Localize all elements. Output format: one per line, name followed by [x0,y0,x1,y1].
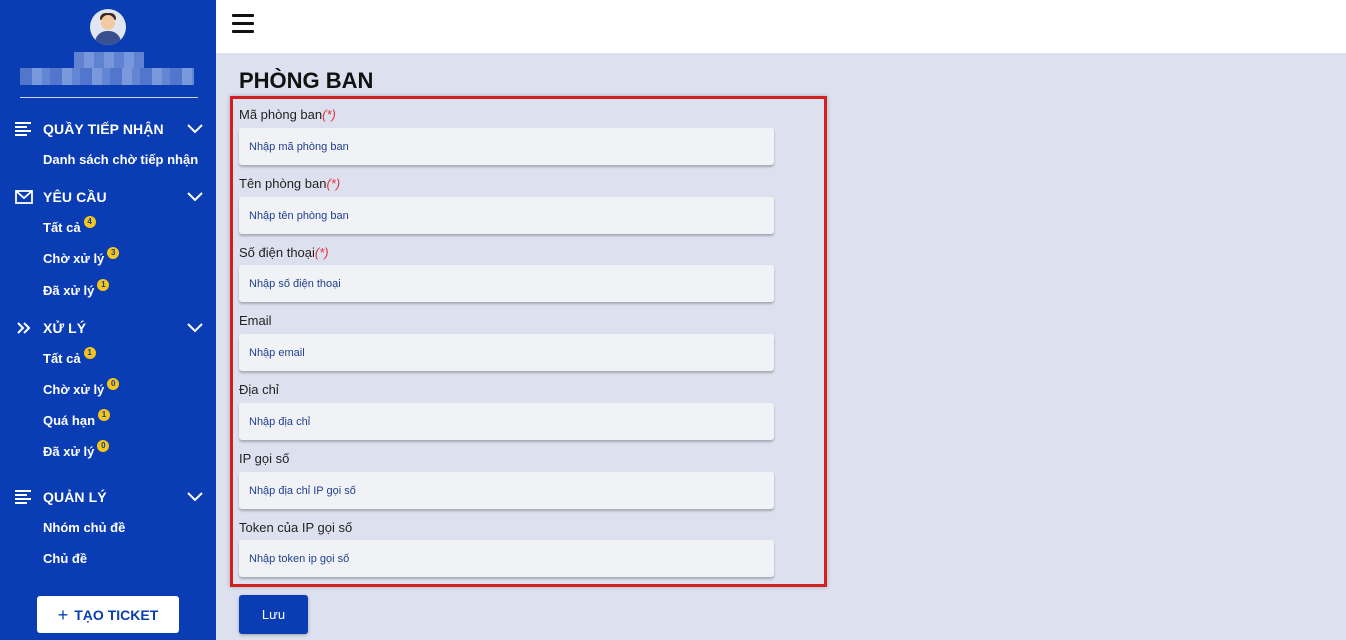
count-badge: 1 [97,279,110,291]
sidebar-item-xu-ly-cho-xu-ly[interactable]: Chờ xử lý 0 [43,378,120,397]
double-chevron-right-icon [17,322,31,334]
sidebar-item-label: Chủ đề [43,551,88,566]
sidebar-section-quay-tiep-nhan[interactable]: QUẦY TIẾP NHẬN [0,118,216,140]
section-title: XỬ LÝ [43,320,87,336]
chevron-down-icon[interactable] [186,489,204,505]
sidebar-item-yeu-cau-tat-ca[interactable]: Tất cả 4 [43,216,96,235]
sidebar-divider [20,97,198,98]
field-label-token-ip-goi-so: Token của IP gọi số [239,520,353,535]
envelope-icon [15,190,33,204]
sidebar-item-label: Tất cả [43,351,81,366]
sidebar-item-label: Danh sách chờ tiếp nhận [43,152,199,167]
hamburger-menu-icon[interactable] [232,14,254,34]
required-mark: (*) [322,107,336,122]
user-name-redacted [74,52,144,68]
create-ticket-button[interactable]: + TẠO TICKET [37,596,179,633]
sidebar-item-label: Chờ xử lý [43,382,105,397]
top-bar [216,0,1346,53]
sidebar-item-xu-ly-tat-ca[interactable]: Tất cả 1 [43,347,96,366]
sidebar-item-danh-sach-cho-tiep-nhan[interactable]: Danh sách chờ tiếp nhận [43,152,198,167]
required-mark: (*) [326,176,341,191]
so-dien-thoai-input[interactable] [239,265,774,302]
chevron-down-icon[interactable] [186,121,204,137]
ten-phong-ban-input[interactable] [239,197,774,234]
sidebar-section-xu-ly[interactable]: XỬ LÝ [0,317,216,339]
sidebar-item-label: Đã xử lý [43,444,95,459]
chevron-down-icon[interactable] [186,189,204,205]
count-badge: 1 [83,347,96,359]
token-ip-goi-so-input[interactable] [239,540,774,577]
page-title: PHÒNG BAN [239,68,374,93]
field-label-dia-chi: Địa chỉ [239,382,279,397]
list-icon [15,122,31,136]
sidebar-item-label: Nhóm chủ đề [43,520,126,535]
sidebar: QUẦY TIẾP NHẬN Danh sách chờ tiếp nhận Y… [0,0,216,640]
field-label-ip-goi-so: IP gọi số [239,451,290,466]
sidebar-section-quan-ly[interactable]: QUẢN LÝ [0,486,216,508]
plus-icon: + [57,604,69,625]
sidebar-item-label: Quá hạn [43,413,96,428]
field-label-ten-phong-ban: Tên phòng ban(*) [239,176,341,191]
dia-chi-input[interactable] [239,403,774,440]
email-input[interactable] [239,334,774,371]
count-badge: 0 [107,378,120,390]
chevron-down-icon[interactable] [186,320,204,336]
section-title: QUẦY TIẾP NHẬN [43,121,164,137]
count-badge: 4 [83,216,96,228]
list-icon [15,490,31,504]
count-badge: 0 [97,440,110,452]
create-ticket-label: TẠO TICKET [74,606,159,623]
field-label-email: Email [239,313,272,328]
sidebar-item-label: Đã xử lý [43,283,95,298]
section-title: QUẢN LÝ [43,489,107,505]
sidebar-item-xu-ly-qua-han[interactable]: Quá hạn 1 [43,409,111,428]
count-badge: 3 [107,247,120,259]
ip-goi-so-input[interactable] [239,472,774,509]
required-mark: (*) [314,245,329,260]
sidebar-item-yeu-cau-da-xu-ly[interactable]: Đã xử lý 1 [43,279,110,298]
field-label-so-dien-thoai: Số điện thoại(*) [239,245,329,260]
count-badge: 1 [98,409,111,421]
sidebar-item-label: Chờ xử lý [43,251,105,266]
sidebar-item-xu-ly-da-xu-ly[interactable]: Đã xử lý 0 [43,440,110,459]
save-button[interactable]: Lưu [239,595,308,634]
section-title: YÊU CẦU [43,189,107,205]
sidebar-item-yeu-cau-cho-xu-ly[interactable]: Chờ xử lý 3 [43,247,120,266]
sidebar-section-yeu-cau[interactable]: YÊU CẦU [0,186,216,208]
sidebar-item-label: Tất cả [43,220,81,235]
avatar[interactable] [90,9,126,45]
sidebar-item-nhom-chu-de[interactable]: Nhóm chủ đề [43,520,125,535]
ma-phong-ban-input[interactable] [239,128,774,165]
user-email-redacted [20,68,194,85]
field-label-ma-phong-ban: Mã phòng ban(*) [239,107,336,122]
sidebar-item-chu-de[interactable]: Chủ đề [43,551,87,566]
